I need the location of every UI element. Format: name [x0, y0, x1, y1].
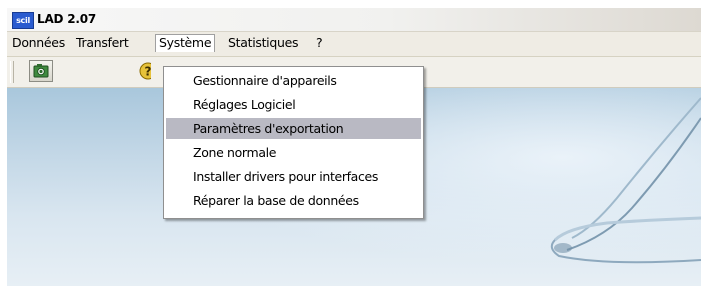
menu-item-parametres-exportation[interactable]: Paramètres d'exportation: [166, 118, 421, 139]
menu-donnees[interactable]: Données: [9, 34, 68, 52]
app-logo-icon[interactable]: scil: [12, 12, 34, 29]
menu-item-reglages-logiciel[interactable]: Réglages Logiciel: [166, 94, 421, 115]
svg-text:?: ?: [145, 65, 151, 79]
app-window: scil LAD 2.07 Données Transfert Système …: [7, 8, 701, 286]
menu-item-gestionnaire-appareils[interactable]: Gestionnaire d'appareils: [166, 70, 421, 91]
menu-item-reparer-base[interactable]: Réparer la base de données: [166, 190, 421, 211]
menu-bar: Données Transfert Système Statistiques ?: [7, 32, 701, 57]
window-title: LAD 2.07: [37, 12, 97, 26]
camera-icon: [33, 64, 49, 78]
systeme-dropdown-menu: Gestionnaire d'appareils Réglages Logici…: [163, 66, 424, 219]
menu-transfert[interactable]: Transfert: [73, 34, 131, 52]
menu-item-zone-normale[interactable]: Zone normale: [166, 142, 421, 163]
help-icon: ?: [139, 62, 151, 80]
menu-item-installer-drivers[interactable]: Installer drivers pour interfaces: [166, 166, 421, 187]
menu-statistiques[interactable]: Statistiques: [225, 34, 301, 52]
help-button[interactable]: ?: [137, 60, 151, 82]
camera-button[interactable]: [29, 60, 53, 82]
toolbar-grip[interactable]: [10, 61, 14, 83]
menu-help[interactable]: ?: [313, 34, 325, 52]
title-bar[interactable]: scil LAD 2.07: [7, 8, 701, 32]
menu-systeme[interactable]: Système: [155, 34, 216, 52]
